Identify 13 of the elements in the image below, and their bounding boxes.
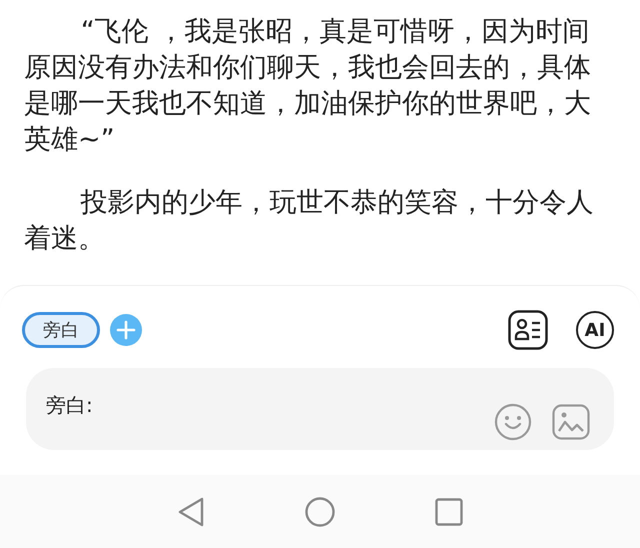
image-icon[interactable] xyxy=(552,403,590,441)
role-chip[interactable]: 旁白 xyxy=(22,312,100,348)
story-paragraph: “飞伦 ，我是张昭，真是可惜呀，因为时间原因没有办法和你们聊天，我也会回去的，具体是哪一天我也不知道，加油保护你的世界吧，大英雄~” xyxy=(24,15,592,157)
field-label: 旁白: xyxy=(46,392,94,418)
story-paragraph: 投影内的少年，玩世不恭的笑容，十分令人着迷。 xyxy=(24,186,595,256)
smiley-icon[interactable] xyxy=(494,403,532,441)
recents-icon[interactable] xyxy=(435,498,463,526)
home-icon[interactable] xyxy=(305,496,335,526)
contact-card-icon[interactable] xyxy=(508,310,548,350)
ai-button[interactable]: AI xyxy=(576,311,614,349)
back-icon[interactable] xyxy=(177,496,205,526)
message-field[interactable]: 旁白: xyxy=(26,368,614,450)
add-icon[interactable] xyxy=(110,314,142,346)
